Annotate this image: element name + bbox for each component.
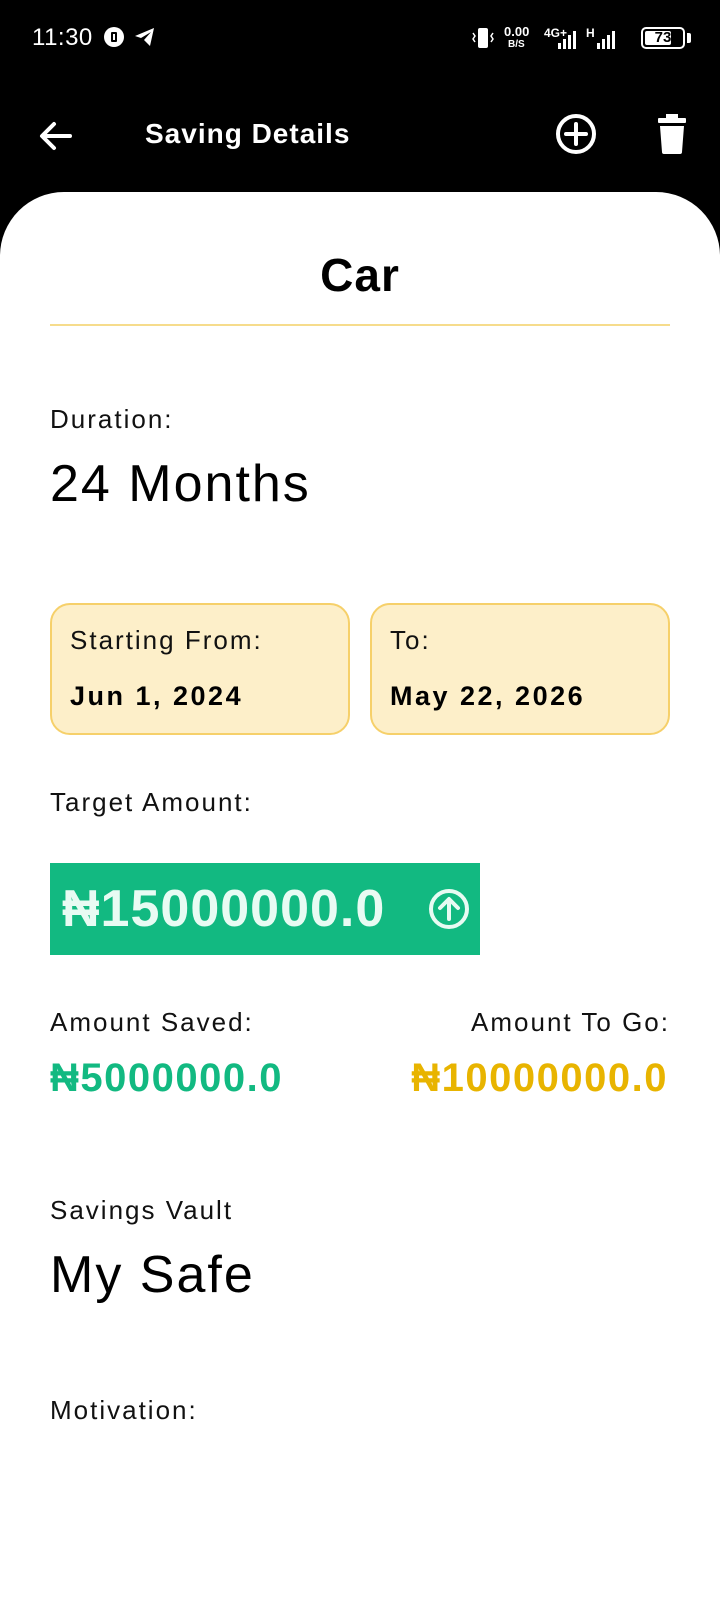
battery-level: 73 (654, 29, 672, 46)
savings-vault-label: Savings Vault (50, 1195, 234, 1225)
amount-to-go-value: ₦10000000.0 (411, 1056, 668, 1100)
end-date-value: May 22, 2026 (390, 681, 586, 711)
vibrate-icon (470, 26, 496, 55)
page-title: Saving Details (145, 118, 351, 149)
target-action-button[interactable] (425, 885, 473, 933)
plus-circle-icon (556, 114, 596, 154)
target-amount-box: ₦15000000.0 (50, 863, 480, 955)
network-type-2: H (586, 26, 595, 40)
arrow-left-icon (40, 122, 72, 150)
app-notification-icon (103, 26, 125, 53)
net-speed-unit: B/S (508, 39, 525, 50)
arrow-up-circle-icon (429, 889, 469, 929)
duration-label: Duration: (50, 404, 174, 434)
trash-icon (658, 114, 686, 154)
saving-name: Car (320, 249, 400, 301)
signal-icon (556, 28, 578, 55)
amount-saved-value: ₦5000000.0 (50, 1056, 283, 1100)
title-divider (50, 324, 670, 326)
delete-button[interactable] (652, 110, 692, 158)
savings-vault-value: My Safe (50, 1246, 255, 1304)
app-bar: Saving Details (0, 80, 720, 192)
start-date-label: Starting From: (70, 625, 263, 655)
duration-value: 24 Months (50, 455, 311, 513)
details-sheet: Car Duration: 24 Months Starting From: J… (0, 192, 720, 1612)
target-amount-label: Target Amount: (50, 787, 253, 817)
add-button[interactable] (552, 110, 600, 158)
end-date-label: To: (390, 625, 431, 655)
signal-icon-2 (595, 28, 617, 55)
battery-tip (687, 33, 691, 43)
battery-icon: 73 (641, 27, 685, 49)
target-amount-value: ₦15000000.0 (62, 880, 386, 938)
net-speed-value: 0.00 (504, 24, 530, 39)
back-button[interactable] (34, 114, 78, 158)
start-date-card: Starting From: Jun 1, 2024 (50, 603, 350, 735)
amount-to-go-label: Amount To Go: (471, 1007, 670, 1037)
amount-saved-label: Amount Saved: (50, 1007, 254, 1037)
end-date-card: To: May 22, 2026 (370, 603, 670, 735)
start-date-value: Jun 1, 2024 (70, 681, 244, 711)
status-bar: 11:30 0.00 B/S 4G+ H 73 (0, 0, 720, 80)
telegram-icon (133, 26, 157, 53)
status-time: 11:30 (32, 24, 93, 51)
motivation-label: Motivation: (50, 1395, 198, 1425)
